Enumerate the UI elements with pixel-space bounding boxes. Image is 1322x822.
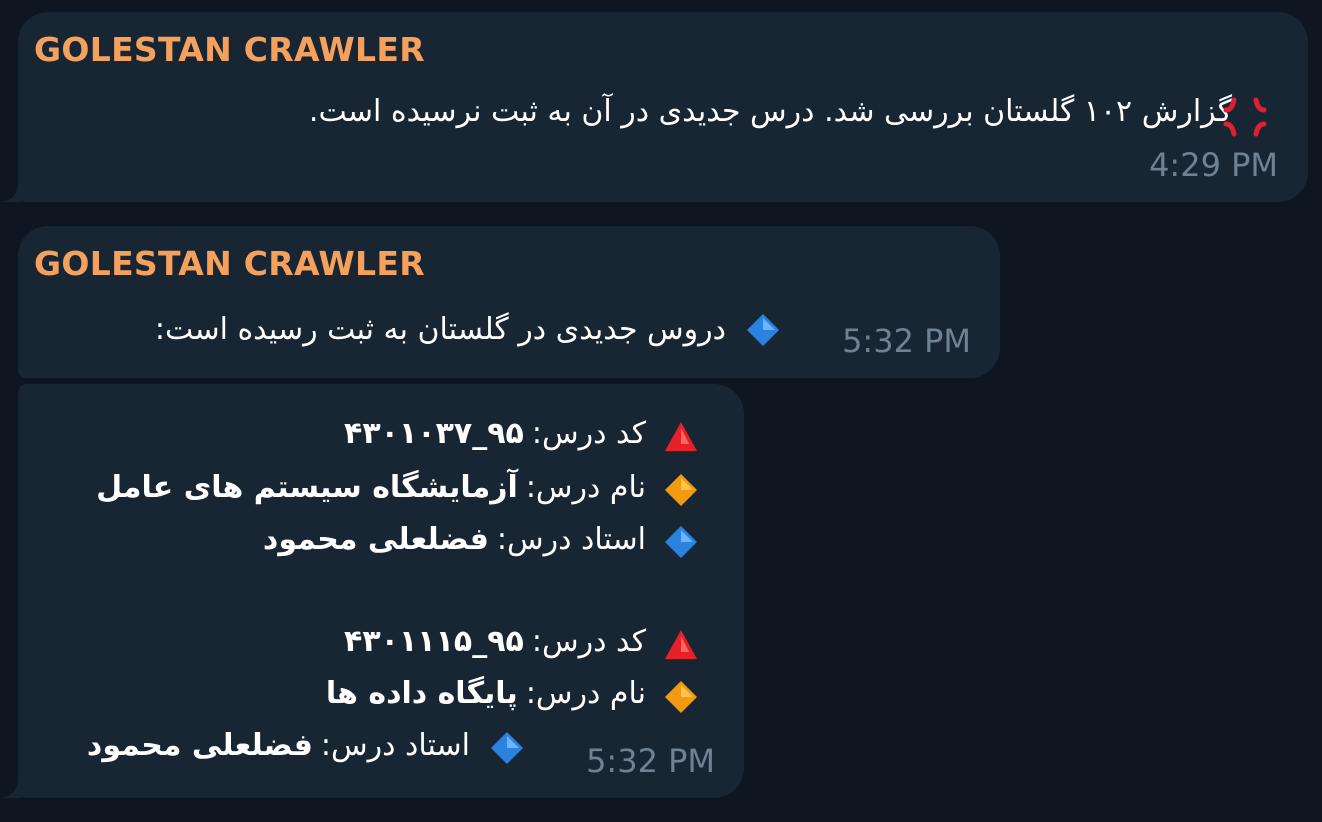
course-code-label: کد درس:: [531, 416, 646, 451]
red-triangle-icon: [665, 630, 697, 659]
blue-diamond-icon: [491, 732, 523, 764]
course-teacher-label: استاد درس:: [496, 522, 646, 557]
orange-diamond-icon: [665, 681, 697, 713]
course-code-line: کد درس:۹۵_۴۳۰۱۱۱۵: [344, 624, 646, 659]
course-code-label: کد درس:: [531, 624, 646, 659]
blue-diamond-icon: [665, 526, 697, 558]
blue-diamond-icon: [747, 314, 779, 346]
bubble-tail: [0, 776, 22, 798]
course-code-line: کد درس:۹۵_۴۳۰۱۰۳۷: [344, 416, 646, 451]
sender-name[interactable]: GOLESTAN CRAWLER: [34, 30, 425, 69]
course-name-line: نام درس:پایگاه داده ها: [326, 676, 646, 711]
course-teacher-value: فضلعلی محمود: [262, 522, 489, 557]
red-triangle-icon: [665, 422, 697, 451]
course-code-value: ۹۵_۴۳۰۱۰۳۷: [344, 416, 524, 451]
course-teacher-label: استاد درس:: [320, 728, 470, 763]
message-time: 5:32 PM: [586, 742, 715, 780]
orange-diamond-icon: [665, 474, 697, 506]
message-text-content: گزارش ۱۰۲ گلستان بررسی شد. درس جدیدی در …: [308, 94, 1232, 129]
sender-name[interactable]: GOLESTAN CRAWLER: [34, 244, 425, 283]
bubble-tail: [0, 180, 22, 202]
course-name-value: آزمایشگاه سیستم های عامل: [96, 470, 518, 505]
course-teacher-line: استاد درس:فضلعلی محمود: [87, 728, 470, 763]
message-text: گزارش ۱۰۲ گلستان بررسی شد. درس جدیدی در …: [122, 94, 1272, 129]
course-name-value: پایگاه داده ها: [325, 676, 518, 711]
message-time: 4:29 PM: [1149, 146, 1278, 184]
course-code-value: ۹۵_۴۳۰۱۱۱۵: [344, 624, 524, 659]
message-time: 5:32 PM: [842, 322, 971, 360]
message-text: دروس جدیدی در گلستان به ثبت رسیده است:: [154, 312, 726, 347]
course-name-label: نام درس:: [525, 470, 646, 505]
course-teacher-line: استاد درس:فضلعلی محمود: [263, 522, 646, 557]
course-name-line: نام درس:آزمایشگاه سیستم های عامل: [96, 470, 646, 505]
course-name-label: نام درس:: [525, 676, 646, 711]
anger-emoji-icon: [1223, 97, 1267, 137]
chat-history: GOLESTAN CRAWLER گزارش ۱۰۲ گلستان بررسی …: [0, 0, 1322, 822]
course-teacher-value: فضلعلی محمود: [86, 728, 313, 763]
